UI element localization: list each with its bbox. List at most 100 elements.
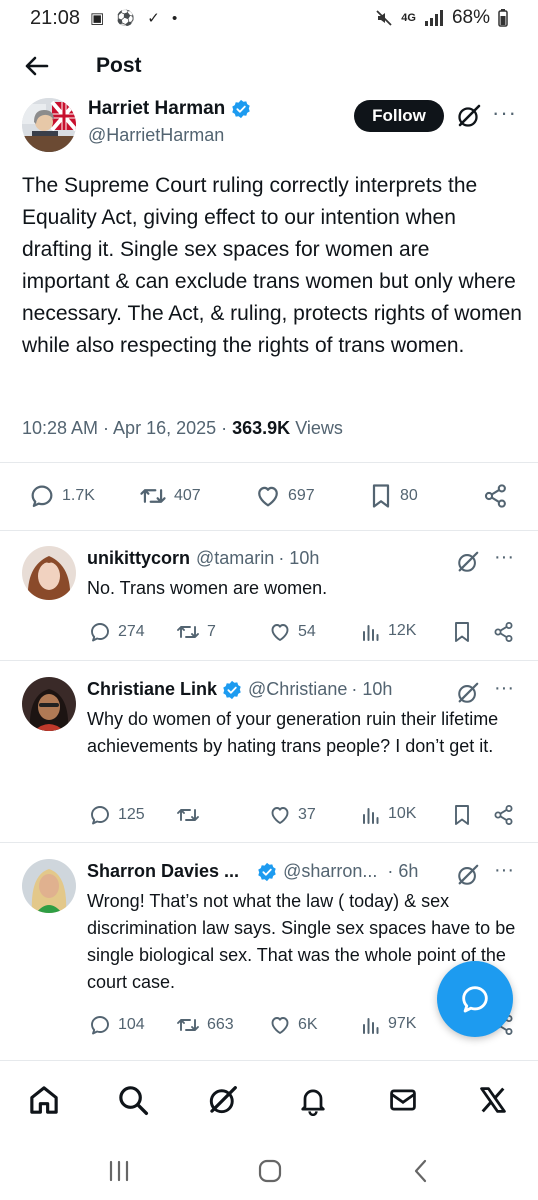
bookmark-count: 80 <box>400 487 418 504</box>
author-name[interactable]: Harriet Harman <box>88 98 251 120</box>
views-count[interactable]: 363.9K <box>232 418 290 438</box>
views-count: 97K <box>388 1015 417 1032</box>
share-icon <box>484 484 506 508</box>
repost-button[interactable]: 407 <box>138 482 201 510</box>
back-button[interactable] <box>20 50 52 82</box>
reply-author-name[interactable]: Christiane Link <box>87 679 217 700</box>
reply-button[interactable]: 1.7K <box>28 482 95 510</box>
reply-icon <box>91 806 109 825</box>
reply-count: 125 <box>118 806 145 823</box>
more-options-icon[interactable]: ··· <box>492 100 517 126</box>
views-button[interactable]: 12K <box>360 620 416 642</box>
avatar-image <box>22 859 76 913</box>
reply-avatar[interactable] <box>22 546 76 600</box>
recent-apps-button[interactable] <box>104 1156 134 1186</box>
reply-author-handle[interactable]: @tamarin <box>196 548 274 569</box>
bookmark-icon <box>455 805 469 825</box>
reply-text: Why do women of your generation ruin the… <box>87 709 499 756</box>
analytics-icon <box>363 625 379 641</box>
status-time: 21:08 <box>30 6 81 29</box>
like-count: 37 <box>298 806 316 823</box>
repost-icon <box>140 489 166 503</box>
bookmark-button[interactable]: 80 <box>368 482 418 510</box>
like-button[interactable]: 54 <box>268 620 316 644</box>
share-button[interactable] <box>492 803 516 827</box>
reply-header: Christiane Link @Christiane · 10h <box>87 679 392 700</box>
nav-x[interactable] <box>476 1083 510 1117</box>
grok-button[interactable] <box>456 681 480 705</box>
nav-home[interactable] <box>27 1083 61 1117</box>
reply-author-name[interactable]: unikittycorn <box>87 548 190 569</box>
reply-count: 1.7K <box>62 487 95 504</box>
reply-button[interactable]: 125 <box>88 803 145 827</box>
reply-avatar[interactable] <box>22 859 76 913</box>
heart-icon <box>271 624 289 641</box>
more-options-icon[interactable]: ··· <box>494 677 514 700</box>
bell-icon <box>301 1089 325 1116</box>
back-system-button[interactable] <box>406 1156 436 1186</box>
mute-icon <box>376 10 392 26</box>
repost-icon <box>177 626 199 638</box>
like-count: 54 <box>298 623 316 640</box>
post-timestamp: 10:28 AM · Apr 16, 2025 · <box>22 418 233 438</box>
reply-author-name[interactable]: Sharron Davies ... <box>87 861 239 882</box>
repost-button[interactable]: 7 <box>175 620 216 644</box>
reply-icon <box>31 485 53 508</box>
nav-messages[interactable] <box>386 1083 420 1117</box>
grok-button[interactable] <box>456 863 480 887</box>
like-button[interactable]: 37 <box>268 803 316 827</box>
repost-button[interactable] <box>175 803 207 827</box>
bookmark-icon <box>455 622 469 642</box>
follow-button[interactable]: Follow <box>354 100 444 132</box>
bookmark-button[interactable] <box>451 620 473 644</box>
more-options-icon[interactable]: ··· <box>494 546 514 569</box>
home-icon <box>30 1086 58 1114</box>
reply-author-handle[interactable]: @sharron... <box>283 861 377 882</box>
divider <box>0 462 538 463</box>
views-button[interactable]: 97K <box>360 1013 416 1035</box>
share-icon <box>494 622 513 642</box>
avatar-image <box>22 546 76 600</box>
reply-time: · 10h <box>351 679 393 699</box>
battery-level: 68% <box>451 7 490 28</box>
share-button[interactable] <box>492 620 516 644</box>
divider <box>0 660 538 661</box>
reply-text: No. Trans women are women. <box>87 578 328 598</box>
page-title: Post <box>96 54 142 77</box>
reply-avatar[interactable] <box>22 677 76 731</box>
nav-search[interactable] <box>116 1083 150 1117</box>
post-meta: 10:28 AM · Apr 16, 2025 · 363.9K Views <box>22 418 343 439</box>
share-button[interactable] <box>482 482 510 510</box>
author-handle[interactable]: @HarrietHarman <box>88 125 224 146</box>
back-arrow-icon <box>25 56 49 76</box>
heart-icon <box>271 1017 289 1034</box>
status-right: 4G 68% <box>375 7 508 29</box>
more-options-icon[interactable]: ··· <box>494 859 514 882</box>
reply-time: · 6h <box>387 861 419 881</box>
author-avatar[interactable] <box>22 98 76 152</box>
reply-button[interactable]: 274 <box>88 620 145 644</box>
nav-grok[interactable] <box>206 1083 240 1117</box>
like-button[interactable]: 6K <box>268 1013 318 1037</box>
grok-button[interactable] <box>456 550 480 574</box>
repost-count: 7 <box>207 623 216 640</box>
reply-author-handle[interactable]: @Christiane <box>248 679 347 700</box>
chat-bubble-icon <box>462 986 488 1013</box>
grok-icon <box>458 104 481 127</box>
bookmark-button[interactable] <box>451 803 473 827</box>
heart-icon <box>258 486 278 507</box>
post-header: Post <box>0 44 538 90</box>
home-system-button[interactable] <box>255 1156 285 1186</box>
like-button[interactable]: 697 <box>254 482 315 510</box>
search-icon <box>119 1086 149 1116</box>
views-button[interactable]: 10K <box>360 803 416 825</box>
verified-badge-icon <box>258 862 276 881</box>
nav-notifications[interactable] <box>296 1083 330 1117</box>
avatar-image <box>22 98 76 152</box>
grok-button[interactable] <box>456 103 482 129</box>
like-count: 697 <box>288 487 315 504</box>
reply-button[interactable]: 104 <box>88 1013 145 1037</box>
repost-button[interactable]: 663 <box>175 1013 234 1037</box>
post-text: The Supreme Court ruling correctly inter… <box>22 174 522 357</box>
compose-reply-button[interactable] <box>437 961 513 1037</box>
